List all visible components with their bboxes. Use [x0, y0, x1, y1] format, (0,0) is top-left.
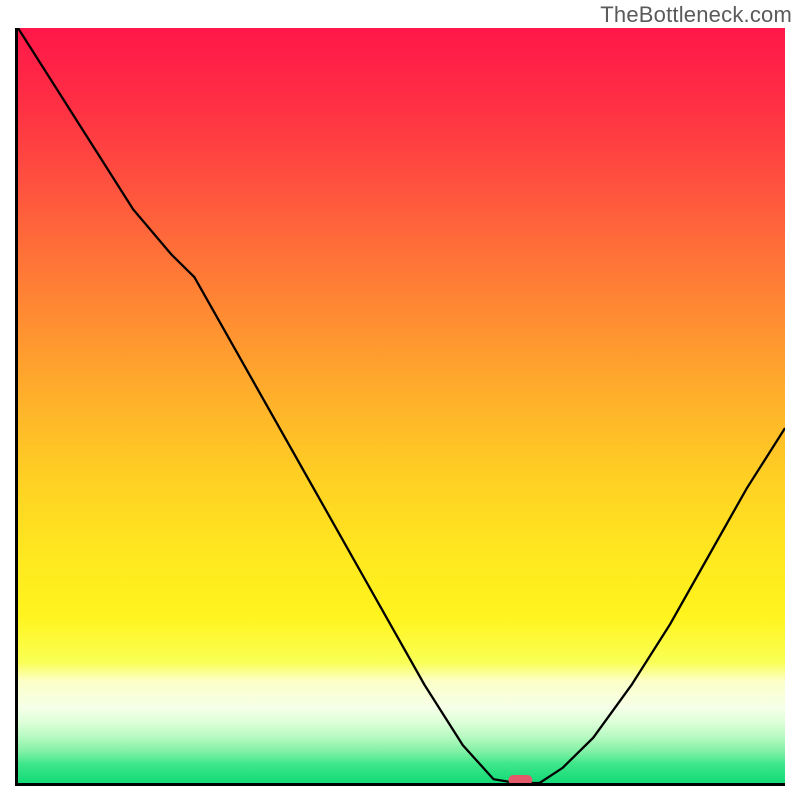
- chart-frame: TheBottleneck.com: [0, 0, 800, 800]
- plot-area: [15, 28, 785, 786]
- plot-svg: [18, 28, 785, 783]
- gradient-background: [18, 28, 785, 783]
- watermark-text: TheBottleneck.com: [600, 2, 792, 28]
- minimum-marker: [508, 775, 532, 783]
